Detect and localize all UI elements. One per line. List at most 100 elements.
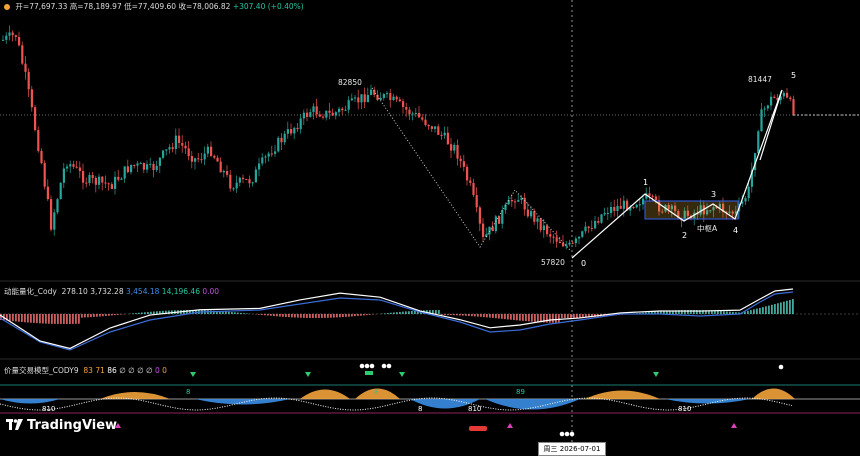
- candle: [34, 107, 37, 131]
- candle: [162, 150, 165, 158]
- candle: [498, 216, 501, 224]
- candle: [370, 89, 373, 95]
- macd-bar: [27, 314, 29, 323]
- macd-bar: [84, 314, 86, 318]
- macd-bar: [243, 313, 245, 314]
- macd-bar: [753, 309, 755, 314]
- candle: [299, 118, 302, 130]
- macd-bar: [306, 314, 308, 318]
- macd-bar: [258, 314, 260, 315]
- candle: [398, 99, 401, 102]
- candle: [210, 146, 213, 156]
- candle: [536, 218, 539, 222]
- green-marker: [365, 371, 373, 375]
- macd-bar: [309, 314, 311, 318]
- candle: [120, 178, 123, 180]
- macd-bar: [345, 314, 347, 317]
- candle: [434, 126, 437, 129]
- macd-bar: [507, 314, 509, 320]
- macd-bar: [303, 314, 305, 318]
- candle: [242, 177, 245, 180]
- candle: [411, 113, 414, 115]
- macd-header: 动能量化_Cody 278.10 3,732.28 3,454.18 14,19…: [4, 286, 219, 297]
- low-label: 低=: [124, 2, 138, 11]
- macd-bar: [60, 314, 62, 324]
- wave-label-3: 3: [711, 190, 717, 199]
- macd-bar: [717, 310, 719, 314]
- macd-bar: [390, 312, 392, 314]
- candle: [302, 112, 305, 119]
- macd-bar: [474, 314, 476, 317]
- low-price-label: 57820: [541, 258, 565, 267]
- macd-bar: [486, 314, 488, 318]
- macd-bar: [492, 314, 494, 318]
- macd-value-1: 278.10: [61, 287, 88, 296]
- macd-bar: [522, 314, 524, 321]
- high-label: 高=: [69, 2, 84, 11]
- dot-marker-icon: [778, 364, 784, 370]
- macd-bar: [366, 314, 368, 316]
- macd-bar: [771, 304, 773, 314]
- candle: [322, 116, 325, 118]
- macd-bar: [15, 314, 17, 322]
- open-label: 开=: [15, 2, 30, 11]
- candle: [494, 216, 497, 232]
- macd-bar: [777, 303, 779, 314]
- macd-bar: [288, 314, 290, 318]
- macd-bar: [228, 311, 230, 314]
- macd-bar: [489, 314, 491, 318]
- macd-bar: [330, 314, 332, 318]
- model-mark-pair: 810: [678, 405, 692, 413]
- chart-canvas[interactable]: [0, 0, 860, 456]
- candle: [606, 213, 609, 215]
- macd-bar: [225, 311, 227, 314]
- candle: [149, 163, 152, 165]
- candle: [194, 158, 197, 162]
- macd-bar: [510, 314, 512, 320]
- macd-bar: [51, 314, 53, 324]
- macd-bar: [333, 314, 335, 318]
- candle: [264, 156, 267, 158]
- macd-bar: [555, 314, 557, 323]
- candle: [286, 129, 289, 134]
- macd-bar: [282, 314, 284, 317]
- candle: [443, 132, 446, 136]
- candle: [78, 167, 81, 172]
- candle: [219, 161, 222, 173]
- macd-dif-line: [0, 291, 794, 351]
- candle: [792, 99, 795, 115]
- candle: [392, 96, 395, 101]
- macd-bar: [231, 312, 233, 314]
- macd-bar: [732, 311, 734, 314]
- candle: [395, 96, 398, 100]
- candle: [187, 148, 190, 157]
- model-empty-2: ∅: [128, 366, 135, 375]
- candle: [334, 112, 337, 116]
- candle: [248, 179, 251, 184]
- candle: [232, 188, 235, 190]
- candle: [555, 237, 558, 242]
- tradingview-logo-text: TradingView: [27, 418, 118, 433]
- tradingview-logo[interactable]: TradingView: [6, 418, 117, 433]
- macd-dea-line: [0, 288, 794, 350]
- macd-bar: [240, 312, 242, 314]
- macd-bar: [354, 314, 356, 317]
- macd-bar: [528, 314, 530, 322]
- macd-bar: [33, 314, 35, 323]
- model-value-3: 86: [107, 366, 117, 375]
- macd-bar: [21, 314, 23, 323]
- macd-bar: [546, 314, 548, 323]
- macd-bar: [351, 314, 353, 317]
- candle: [312, 106, 315, 113]
- macd-bar: [723, 311, 725, 314]
- macd-bar: [573, 314, 575, 318]
- candle: [414, 112, 417, 114]
- macd-bar: [495, 314, 497, 319]
- candle: [267, 153, 270, 157]
- wave-label-5: 5: [791, 71, 797, 80]
- macd-bar: [480, 314, 482, 317]
- candle: [216, 157, 219, 162]
- macd-bar: [117, 314, 119, 315]
- candle: [763, 108, 766, 110]
- dot-marker-icon: [364, 363, 370, 369]
